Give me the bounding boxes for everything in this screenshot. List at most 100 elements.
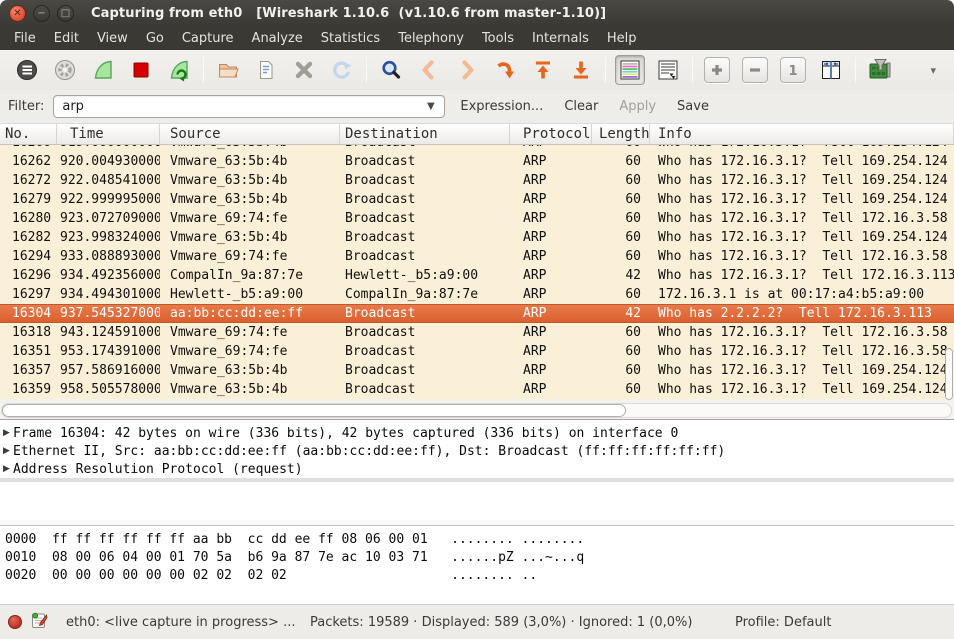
menu-item-file[interactable]: File [5,28,45,49]
cell-info: Who has 172.16.3.1? Tell 169.254.124 [650,171,954,190]
packet-row-16260[interactable]: 16260919.000000000Vmware_63:5b:4bBroadca… [0,145,954,152]
horizontal-scrollbar-thumb[interactable] [2,404,626,417]
menu-item-capture[interactable]: Capture [173,28,243,49]
cell-destination: Hewlett-_b5:a9:00 [340,266,510,285]
hex-row[interactable]: 0010 08 00 06 04 00 01 70 5a b6 9a 87 7e… [0,549,954,567]
packet-row-16297[interactable]: 16297934.494301000Hewlett-_b5:a9:00Compa… [0,285,954,304]
packet-row-16351[interactable]: 16351953.174391000Vmware_69:74:feBroadca… [0,342,954,361]
colorize-packets-icon [619,59,641,81]
capture-filter-icon[interactable] [867,57,893,83]
packet-row-16357[interactable]: 16357957.586916000Vmware_63:5b:4bBroadca… [0,361,954,380]
toolbar-separator [692,57,693,83]
expert-info-icon[interactable] [31,612,48,633]
column-header-info[interactable]: Info [650,124,954,144]
filter-input[interactable] [54,99,417,114]
column-header-length[interactable]: Length [592,124,650,144]
zoom-out-icon[interactable] [742,57,768,83]
find-packet-icon[interactable] [378,57,404,83]
cell-no: 16359 [0,380,57,399]
column-header-protocol[interactable]: Protocol [510,124,592,144]
menu-item-internals[interactable]: Internals [523,28,598,49]
filter-dropdown-icon[interactable]: ▼ [417,96,444,117]
packet-row-16359[interactable]: 16359958.505578000Vmware_63:5b:4bBroadca… [0,380,954,399]
cell-info: Who has 172.16.3.1? Tell 169.254.124 [650,145,954,152]
packet-row-16262[interactable]: 16262920.004930000Vmware_63:5b:4bBroadca… [0,152,954,171]
cell-destination: Broadcast [340,145,510,152]
cell-time: 933.088893000 [57,247,160,266]
detail-row[interactable]: ▶Frame 16304: 42 bytes on wire (336 bits… [0,424,954,442]
title-bar: ✕ − □ Capturing from eth0 [Wireshark 1.1… [0,0,954,27]
column-header-destination[interactable]: Destination [340,124,510,144]
go-to-packet-icon[interactable] [492,57,518,83]
vertical-scrollbar-thumb[interactable] [945,348,953,400]
packet-row-16296[interactable]: 16296934.492356000CompalIn_9a:87:7eHewle… [0,266,954,285]
cell-info: Who has 172.16.3.1? Tell 169.254.124 [650,152,954,171]
reload-icon[interactable] [329,57,355,83]
menu-item-edit[interactable]: Edit [45,28,88,49]
packet-row-16304[interactable]: 16304937.545327000aa:bb:cc:dd:ee:ffBroad… [0,304,954,323]
filter-combo: ▼ [53,95,445,118]
cell-destination: Broadcast [340,323,510,342]
stop-capture-icon[interactable] [128,57,154,83]
packet-row-16282[interactable]: 16282923.998324000Vmware_63:5b:4bBroadca… [0,228,954,247]
packet-row-16272[interactable]: 16272922.048541000Vmware_63:5b:4bBroadca… [0,171,954,190]
menu-item-view[interactable]: View [88,28,137,49]
cell-time: 937.545327000 [57,304,160,323]
menu-item-telephony[interactable]: Telephony [389,28,473,49]
expander-icon[interactable]: ▶ [3,428,13,438]
menu-item-analyze[interactable]: Analyze [243,28,312,49]
cell-length: 60 [592,190,650,209]
zoom-100-icon[interactable]: 1 [780,57,806,83]
menu-item-go[interactable]: Go [137,28,173,49]
menu-item-statistics[interactable]: Statistics [312,28,389,49]
hex-row[interactable]: 0020 00 00 00 00 00 00 02 02 02 02 .....… [0,567,954,585]
close-capture-icon[interactable] [291,57,317,83]
window-maximize-button[interactable]: □ [57,5,74,22]
cell-time: 934.492356000 [57,266,160,285]
cell-protocol: ARP [510,342,592,361]
resize-columns-icon[interactable] [818,57,844,83]
packet-row-16294[interactable]: 16294933.088893000Vmware_69:74:feBroadca… [0,247,954,266]
apply-button[interactable]: Apply [611,95,664,118]
cell-source: Vmware_69:74:fe [160,342,340,361]
menu-item-help[interactable]: Help [598,28,646,49]
save-button[interactable]: Save [669,95,717,118]
window-minimize-button[interactable]: − [33,5,50,22]
detail-row[interactable]: ▶Address Resolution Protocol (request) [0,460,954,478]
window-close-button[interactable]: ✕ [9,5,26,22]
main-toolbar: 1 ▾ [0,50,954,90]
auto-scroll-icon[interactable] [655,57,681,83]
hex-row[interactable]: 0000 ff ff ff ff ff ff aa bb cc dd ee ff… [0,531,954,549]
expression-button[interactable]: Expression... [452,95,551,118]
cell-no: 16260 [0,145,57,152]
cell-time: 943.124591000 [57,323,160,342]
packet-row-16318[interactable]: 16318943.124591000Vmware_69:74:feBroadca… [0,323,954,342]
column-header-time[interactable]: Time [57,124,160,144]
go-back-icon[interactable] [416,57,442,83]
cell-protocol: ARP [510,152,592,171]
capture-options-icon[interactable] [52,57,78,83]
expander-icon[interactable]: ▶ [3,446,13,456]
cell-source: aa:bb:cc:dd:ee:ff [160,304,340,323]
start-capture-icon[interactable] [90,57,116,83]
list-interfaces-icon[interactable] [14,57,40,83]
open-file-icon[interactable] [215,57,241,83]
expander-icon[interactable]: ▶ [3,464,13,474]
zoom-in-icon[interactable] [704,57,730,83]
detail-row[interactable]: ▶Ethernet II, Src: aa:bb:cc:dd:ee:ff (aa… [0,442,954,460]
go-forward-icon[interactable] [454,57,480,83]
go-to-top-icon[interactable] [530,57,556,83]
packet-row-16279[interactable]: 16279922.999995000Vmware_63:5b:4bBroadca… [0,190,954,209]
cell-no: 16279 [0,190,57,209]
restart-capture-icon[interactable] [166,57,192,83]
toolbar-overflow-icon[interactable]: ▾ [930,64,936,77]
menu-item-tools[interactable]: Tools [473,28,523,49]
colorize-packets-button[interactable] [615,55,645,85]
clear-button[interactable]: Clear [556,95,606,118]
go-to-bottom-icon[interactable] [568,57,594,83]
column-header-no[interactable]: No. [0,124,57,144]
toolbar-separator [366,57,367,83]
packet-row-16280[interactable]: 16280923.072709000Vmware_69:74:feBroadca… [0,209,954,228]
save-file-icon[interactable] [253,57,279,83]
column-header-source[interactable]: Source [160,124,340,144]
